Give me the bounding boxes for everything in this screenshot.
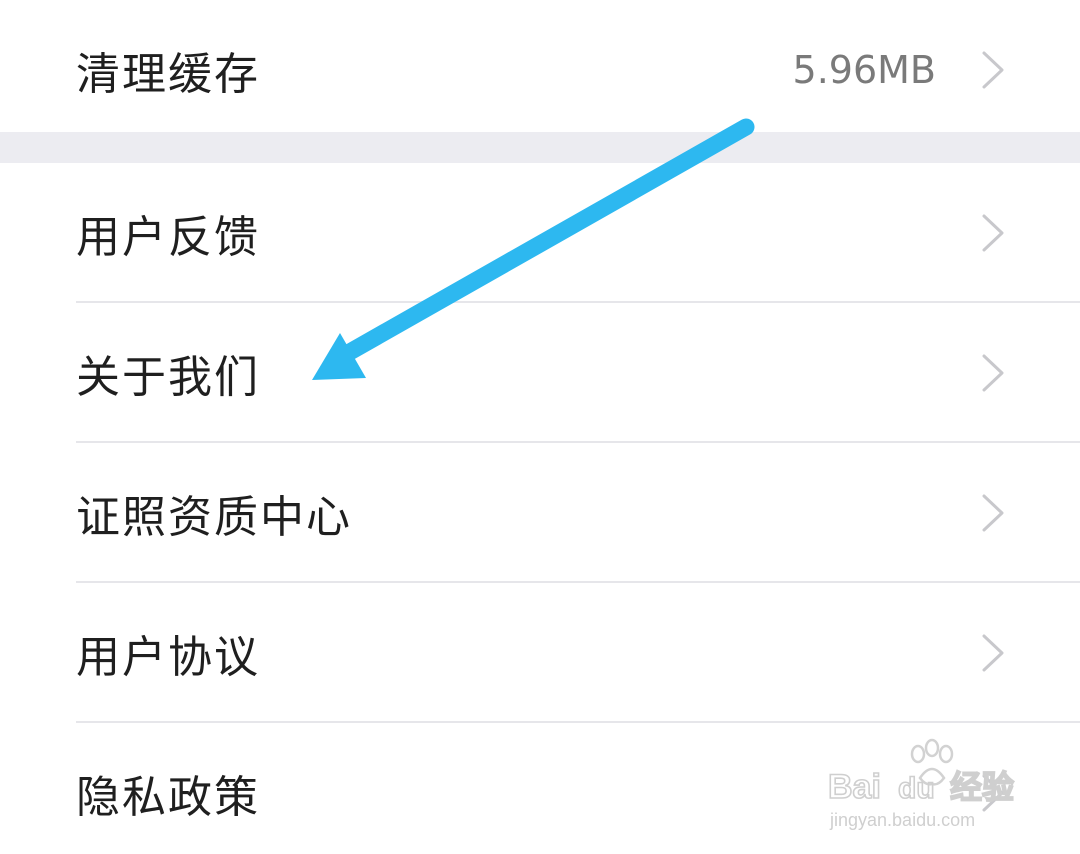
settings-row-feedback[interactable]: 用户反馈 (0, 163, 1080, 303)
settings-row-privacy-policy[interactable]: 隐私政策 (0, 723, 1080, 854)
chevron-right-icon (982, 494, 1004, 532)
chevron-right-icon (982, 774, 1004, 812)
chevron-right-icon (982, 214, 1004, 252)
settings-row-clear-cache[interactable]: 清理缓存 5.96MB (0, 0, 1080, 140)
clear-cache-label: 清理缓存 (76, 49, 260, 100)
feedback-label: 用户反馈 (76, 212, 260, 263)
license-center-label: 证照资质中心 (76, 492, 352, 543)
chevron-right-icon (982, 354, 1004, 392)
about-us-label: 关于我们 (76, 352, 260, 403)
chevron-right-icon (982, 51, 1004, 89)
settings-row-about-us[interactable]: 关于我们 (0, 303, 1080, 443)
settings-row-user-agreement[interactable]: 用户协议 (0, 583, 1080, 723)
section-separator (0, 132, 1080, 163)
chevron-right-icon (982, 634, 1004, 672)
settings-screen: 清理缓存 5.96MB 用户反馈 关于我们 证照资质中心 用户协议 隐私政策 B… (0, 0, 1080, 854)
privacy-policy-label: 隐私政策 (76, 772, 260, 823)
settings-row-license-center[interactable]: 证照资质中心 (0, 443, 1080, 583)
cache-size-value: 5.96MB (792, 48, 936, 92)
user-agreement-label: 用户协议 (76, 632, 260, 683)
